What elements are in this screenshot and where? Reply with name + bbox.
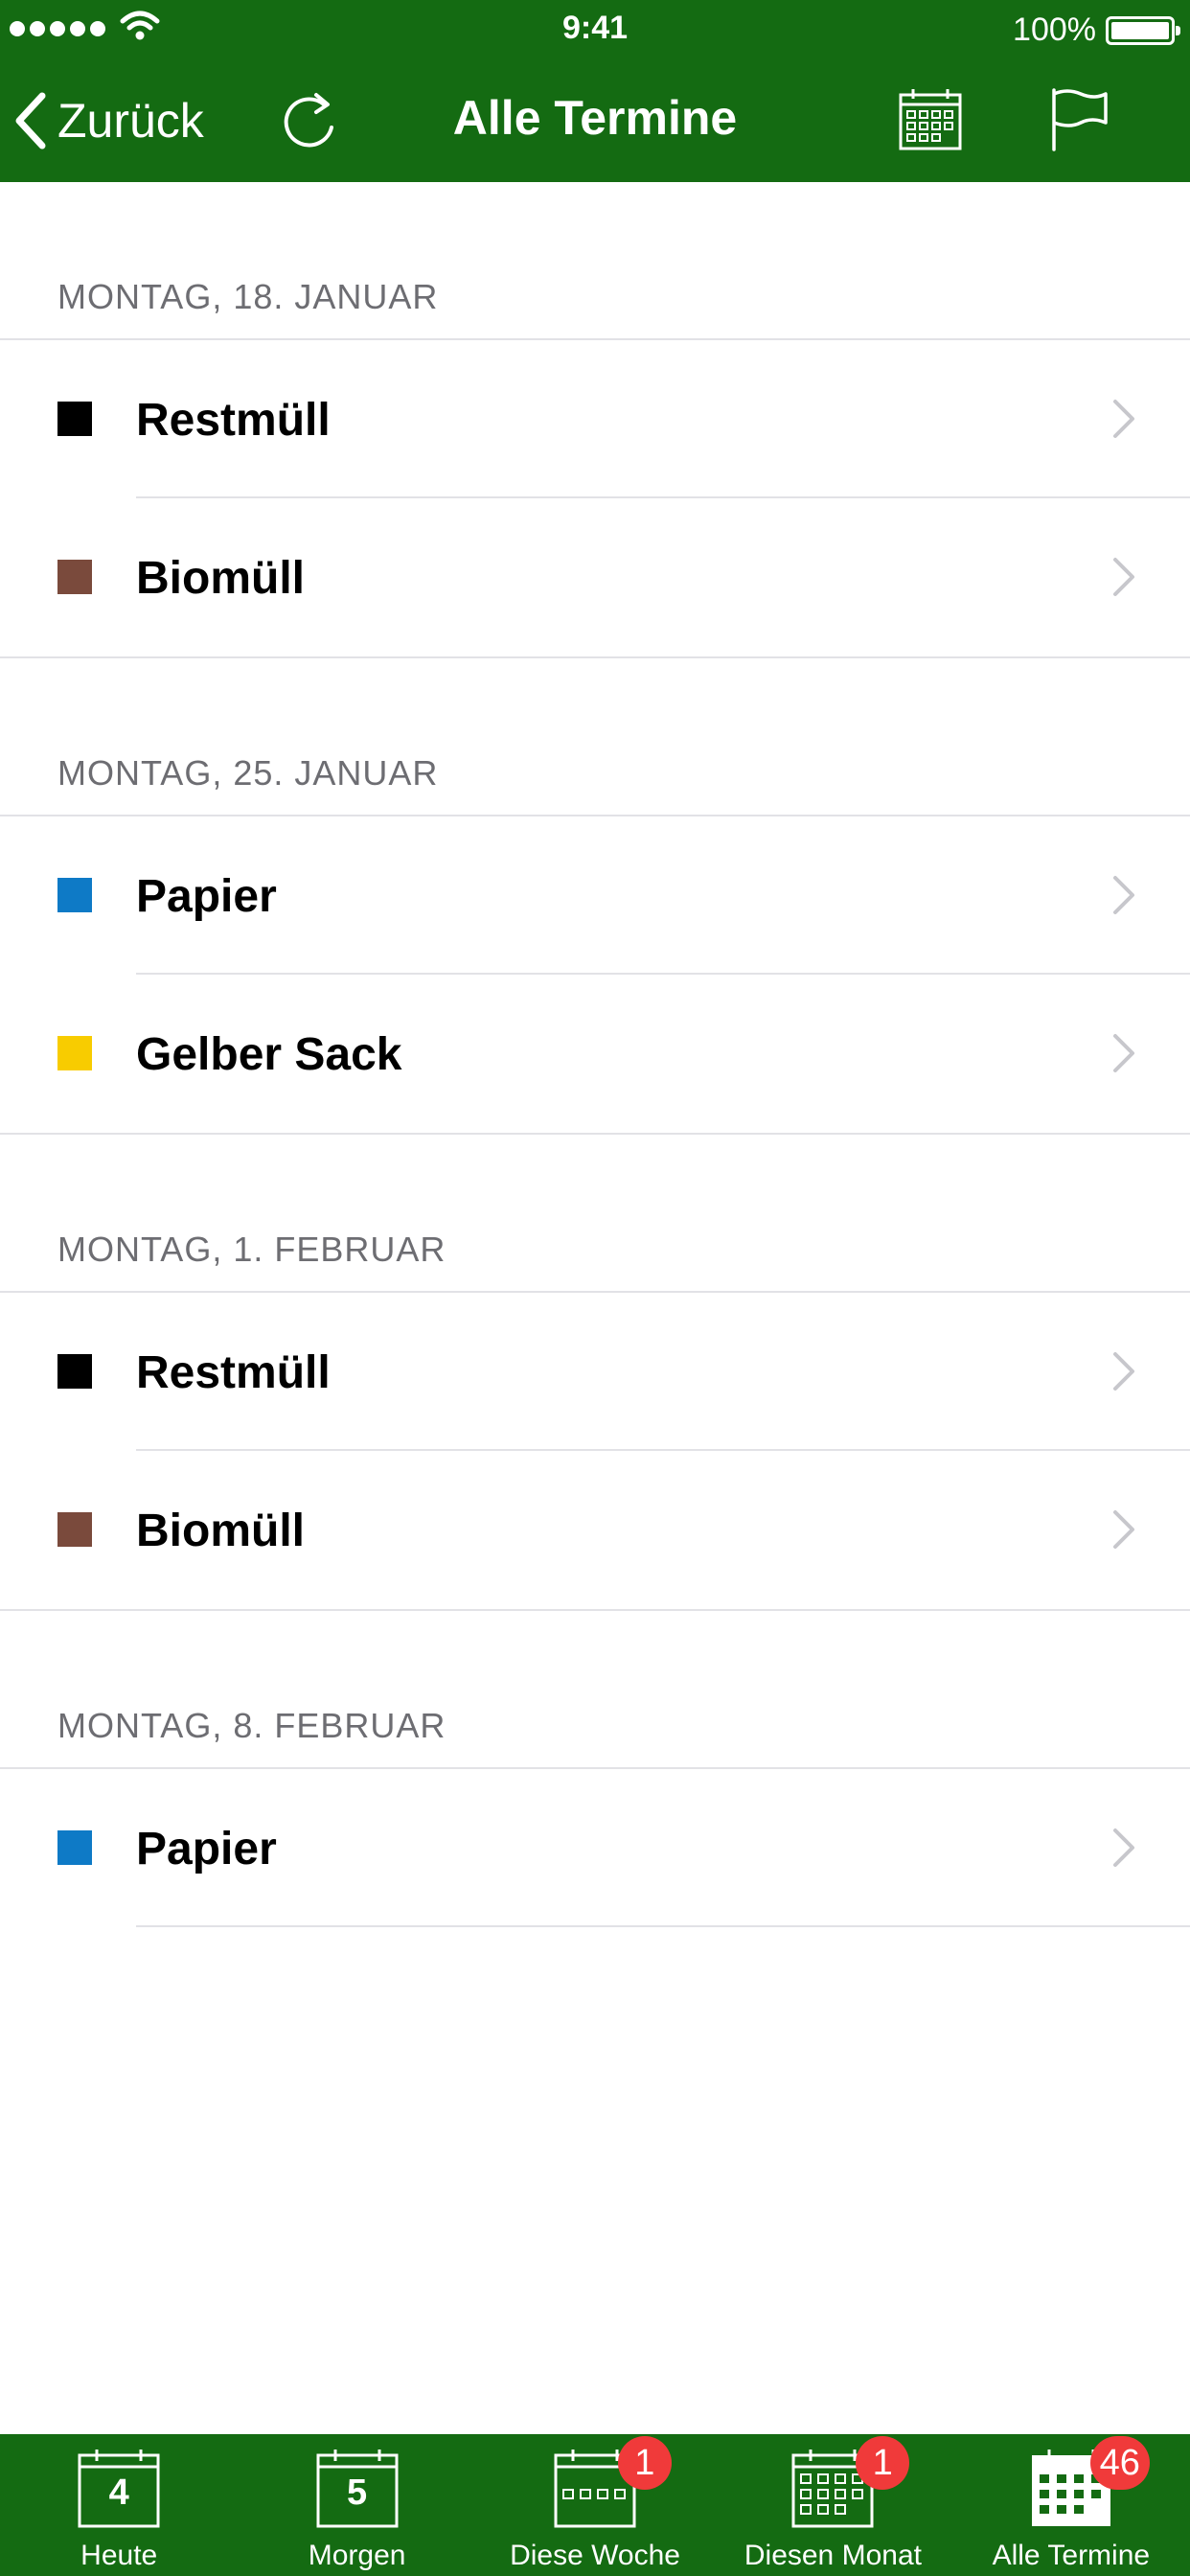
waste-color-swatch	[57, 560, 92, 594]
tab-label: Morgen	[308, 2540, 406, 2571]
flag-button[interactable]	[1044, 82, 1115, 157]
waste-type-label: Papier	[136, 1824, 277, 1874]
list-item[interactable]: Papier	[0, 816, 1190, 975]
appointment-list: MONTAG, 18. JANUAR Restmüll Biomüll MONT…	[0, 182, 1190, 1927]
tab-diese-woche[interactable]: 1 Diese Woche	[476, 2434, 714, 2576]
tab-diesen-monat[interactable]: 1 Diesen Monat	[714, 2434, 951, 2576]
battery-icon	[1106, 16, 1180, 45]
waste-type-label: Biomüll	[136, 553, 305, 604]
section-header: MONTAG, 25. JANUAR	[0, 658, 1190, 816]
flag-icon	[1052, 88, 1108, 151]
list-item[interactable]: Gelber Sack	[0, 975, 1190, 1133]
calendar-button[interactable]	[895, 84, 966, 155]
count-badge: 46	[1089, 2436, 1150, 2490]
date-section: MONTAG, 8. FEBRUAR Papier	[0, 1611, 1190, 1927]
waste-color-swatch	[57, 1354, 92, 1389]
tab-label: Heute	[80, 2540, 158, 2571]
date-section: MONTAG, 18. JANUAR Restmüll Biomüll	[0, 182, 1190, 658]
section-date: MONTAG, 1. FEBRUAR	[57, 1230, 446, 1269]
calendar-day-icon: 5	[314, 2448, 400, 2530]
list-item[interactable]: Papier	[0, 1769, 1190, 1927]
count-badge: 1	[617, 2436, 672, 2490]
waste-type-label: Biomüll	[136, 1506, 305, 1556]
tab-alle-termine[interactable]: 46 Alle Termine	[952, 2434, 1190, 2576]
tab-morgen[interactable]: 5 Morgen	[238, 2434, 475, 2576]
page-title: Alle Termine	[452, 91, 738, 145]
status-time: 9:41	[561, 10, 629, 46]
waste-type-label: Gelber Sack	[136, 1029, 402, 1080]
section-date: MONTAG, 18. JANUAR	[57, 277, 439, 316]
tab-label: Diese Woche	[510, 2540, 680, 2571]
tab-label: Diesen Monat	[744, 2540, 922, 2571]
day-number: 5	[347, 2472, 368, 2513]
chevron-right-icon	[1113, 1510, 1134, 1549]
date-section: MONTAG, 1. FEBRUAR Restmüll Biomüll	[0, 1135, 1190, 1611]
battery-percentage: 100%	[1013, 12, 1096, 48]
waste-color-swatch	[57, 1830, 92, 1865]
nav-bar: Zurück Alle Termine	[0, 59, 1190, 182]
tab-label: Alle Termine	[992, 2540, 1151, 2571]
calendar-grid-icon	[899, 89, 962, 150]
list-item[interactable]: Biomüll	[0, 498, 1190, 656]
waste-color-swatch	[57, 402, 92, 436]
section-header: MONTAG, 18. JANUAR	[0, 182, 1190, 340]
section-header: MONTAG, 8. FEBRUAR	[0, 1611, 1190, 1769]
waste-type-label: Restmüll	[136, 395, 331, 446]
day-number: 4	[108, 2472, 129, 2513]
navigation-header: 9:41 100% Zurück Alle Termine	[0, 0, 1190, 182]
chevron-right-icon	[1113, 558, 1134, 596]
chevron-right-icon	[1113, 1828, 1134, 1867]
section-date: MONTAG, 25. JANUAR	[57, 753, 439, 793]
section-header: MONTAG, 1. FEBRUAR	[0, 1135, 1190, 1293]
tab-heute[interactable]: 4 Heute	[0, 2434, 238, 2576]
waste-type-label: Restmüll	[136, 1347, 331, 1398]
list-item[interactable]: Biomüll	[0, 1451, 1190, 1609]
section-rows: Papier Gelber Sack	[0, 816, 1190, 1135]
section-rows: Restmüll Biomüll	[0, 340, 1190, 658]
waste-color-swatch	[57, 1512, 92, 1547]
waste-color-swatch	[57, 878, 92, 912]
chevron-right-icon	[1113, 1352, 1134, 1391]
row-divider	[136, 1925, 1190, 1927]
list-item[interactable]: Restmüll	[0, 340, 1190, 498]
section-rows: Papier	[0, 1769, 1190, 1927]
section-rows: Restmüll Biomüll	[0, 1293, 1190, 1611]
status-bar: 9:41 100%	[0, 0, 1190, 59]
waste-color-swatch	[57, 1036, 92, 1070]
calendar-day-icon: 4	[76, 2448, 162, 2530]
chevron-right-icon	[1113, 400, 1134, 438]
section-date: MONTAG, 8. FEBRUAR	[57, 1706, 446, 1745]
chevron-right-icon	[1113, 1034, 1134, 1072]
date-section: MONTAG, 25. JANUAR Papier Gelber Sack	[0, 658, 1190, 1135]
app-screen: 9:41 100% Zurück Alle Termine MONTAG, 18…	[0, 0, 1190, 2576]
list-item[interactable]: Restmüll	[0, 1293, 1190, 1451]
waste-type-label: Papier	[136, 871, 277, 922]
tab-bar: 4 Heute 5 Morgen 1 Diese Woche 1 Diesen …	[0, 2434, 1190, 2576]
chevron-right-icon	[1113, 876, 1134, 914]
count-badge: 1	[856, 2436, 910, 2490]
